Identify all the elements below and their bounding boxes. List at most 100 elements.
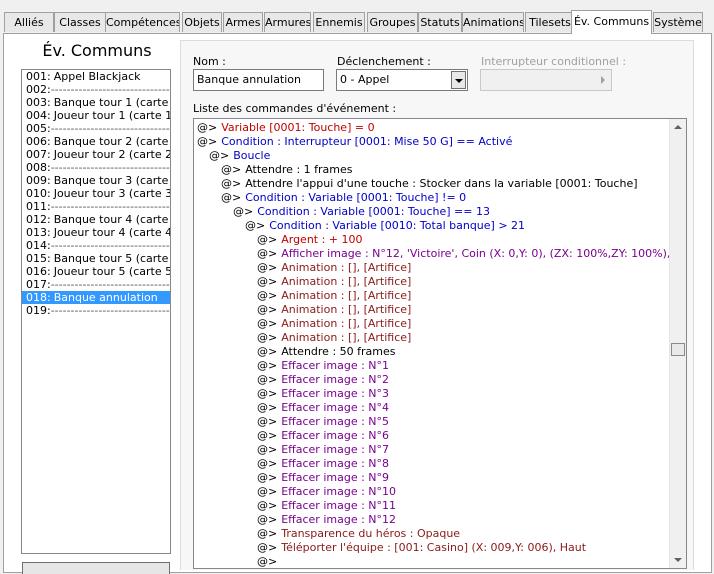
command-row[interactable]: @>: [257, 555, 669, 568]
event-name: Banque annulation: [53, 291, 158, 304]
command-row[interactable]: @> Condition : Variable [0010: Total banq…: [245, 219, 669, 233]
command-row[interactable]: @> Condition : Variable [0001: Touche] !=…: [221, 191, 669, 205]
tab-0[interactable]: Alliés: [4, 12, 54, 32]
list-item[interactable]: 019:------------------------------------…: [22, 304, 170, 317]
chevron-down-icon[interactable]: [451, 71, 466, 89]
list-item[interactable]: 012:Banque tour 4 (carte 5): [22, 213, 170, 226]
event-id: 015:: [26, 252, 51, 265]
tab-7[interactable]: Groupes: [367, 12, 418, 32]
list-item[interactable]: 008:------------------------------------…: [22, 161, 170, 174]
command-prefix: @>: [233, 205, 254, 218]
command-text: Attendre : 1 frames: [245, 163, 353, 176]
command-row[interactable]: @> Attendre l'appui d'une touche : Stocke…: [221, 177, 669, 191]
list-item[interactable]: 003:Banque tour 1 (carte 2): [22, 96, 170, 109]
command-text: Effacer image : N°9: [281, 471, 390, 484]
command-row[interactable]: @> Effacer image : N°3: [257, 387, 669, 401]
tab-bar: Alliés Classes Compétences Objets Armes Armur…: [0, 0, 714, 34]
command-row[interactable]: @> Effacer image : N°12: [257, 513, 669, 527]
list-item[interactable]: 001: Appel Blackjack: [22, 70, 170, 83]
event-id: 008:: [26, 161, 51, 174]
common-event-list[interactable]: 001: Appel Blackjack 002:-----------------…: [21, 69, 171, 554]
command-row[interactable]: @> Effacer image : N°6: [257, 429, 669, 443]
command-prefix: @>: [257, 541, 278, 554]
list-item[interactable]: 010: Joueur tour 3 (carte 3): [22, 187, 170, 200]
list-item[interactable]: 004: Joueur tour 1 (carte 1): [22, 109, 170, 122]
command-row[interactable]: @> Effacer image : N°9: [257, 471, 669, 485]
list-item[interactable]: 018: Banque annulation: [22, 291, 170, 304]
list-item[interactable]: 005:------------------------------------…: [22, 122, 170, 135]
command-row[interactable]: @> Afficher image : N°12, 'Victoire', Coi…: [257, 247, 669, 261]
command-row[interactable]: @> Condition : Variable [0001: Touche] ==…: [233, 205, 669, 219]
command-row[interactable]: @> Attendre : 50 frames: [257, 345, 669, 359]
tab-9[interactable]: Animations: [462, 12, 524, 32]
scroll-down-icon[interactable]: [670, 552, 686, 568]
tab-10[interactable]: Tilesets: [525, 12, 575, 32]
command-prefix: @>: [257, 471, 278, 484]
command-list[interactable]: @> @> Téléporter l'équipe : [001: Casino] …: [193, 118, 687, 569]
command-row[interactable]: @> Effacer image : N°7: [257, 443, 669, 457]
tab-12[interactable]: Système: [653, 12, 703, 32]
list-item[interactable]: 014:------------------------------------…: [22, 239, 170, 252]
command-text: Effacer image : N°2: [281, 373, 390, 386]
command-text: Effacer image : N°10: [281, 485, 397, 498]
command-row[interactable]: @> Animation : [], [Artifice]: [257, 317, 669, 331]
list-item[interactable]: 016: Joueur tour 5 (carte 5): [22, 265, 170, 278]
tab-5[interactable]: Armures: [264, 12, 311, 32]
command-row[interactable]: @> Condition : Interrupteur [0001: Mise 5…: [197, 135, 669, 149]
command-row[interactable]: @> Effacer image : N°10: [257, 485, 669, 499]
list-item[interactable]: 002:------------------------------------…: [22, 83, 170, 96]
command-prefix: @>: [257, 233, 278, 246]
list-item[interactable]: 007: Joueur tour 2 (carte 2): [22, 148, 170, 161]
command-prefix: @>: [197, 135, 218, 148]
command-row[interactable]: @> Argent : + 100: [257, 233, 669, 247]
command-row[interactable]: @> Effacer image : N°2: [257, 373, 669, 387]
tab-4[interactable]: Armes: [223, 12, 263, 32]
command-row[interactable]: @> Effacer image : N°11: [257, 499, 669, 513]
command-list-scrollbar[interactable]: [669, 119, 686, 568]
tab-8[interactable]: Statuts: [418, 12, 462, 32]
list-item[interactable]: 013: Joueur tour 4 (carte 4): [22, 226, 170, 239]
command-row[interactable]: @> Transparence du héros : Opaque: [257, 527, 669, 541]
command-row[interactable]: @> Animation : [], [Artifice]: [257, 303, 669, 317]
tab-1[interactable]: Classes: [54, 12, 106, 32]
list-item[interactable]: 011:------------------------------------…: [22, 200, 170, 213]
event-name: Banque tour 3 (carte 4): [53, 174, 170, 187]
event-name: Joueur tour 4 (carte 4): [53, 226, 170, 239]
command-row[interactable]: @> Effacer image : N°1: [257, 359, 669, 373]
command-row[interactable]: @> Téléporter l'équipe : [001: Casino] (X…: [257, 541, 669, 555]
switch-label: Interrupteur conditionnel :: [481, 55, 627, 68]
name-field[interactable]: Banque annulation: [193, 69, 324, 91]
change-max-button[interactable]: [22, 562, 170, 574]
empty-slot-divider: ----------------------------------------…: [50, 200, 170, 213]
scroll-thumb[interactable]: [671, 343, 685, 356]
trigger-select[interactable]: 0 - Appel: [336, 69, 468, 91]
command-row[interactable]: @> Effacer image : N°5: [257, 415, 669, 429]
tab-11[interactable]: Év. Communs: [571, 10, 652, 34]
command-row[interactable]: @> Animation : [], [Artifice]: [257, 289, 669, 303]
command-row[interactable]: @> Variable [0001: Touche] = 0: [197, 121, 669, 135]
list-item[interactable]: 015:Banque tour 5 (carte 1): [22, 252, 170, 265]
command-row[interactable]: @> Boucle: [209, 149, 669, 163]
tab-3[interactable]: Objets: [182, 12, 222, 32]
command-row[interactable]: @> Effacer image : N°8: [257, 457, 669, 471]
command-text: Effacer image : N°12: [281, 513, 397, 526]
command-text: Animation : [], [Artifice]: [281, 289, 412, 302]
scroll-up-icon[interactable]: [670, 119, 686, 135]
command-prefix: @>: [257, 303, 278, 316]
tab-2[interactable]: Compétences: [105, 12, 180, 32]
list-item[interactable]: 006:Banque tour 2 (carte 3): [22, 135, 170, 148]
command-row[interactable]: @> Animation : [], [Artifice]: [257, 331, 669, 345]
command-text: Effacer image : N°1: [281, 359, 390, 372]
switch-select[interactable]: [480, 69, 612, 91]
tab-6[interactable]: Ennemis: [313, 12, 365, 32]
list-item[interactable]: 017:------------------------------------…: [22, 278, 170, 291]
event-name: Joueur tour 2 (carte 2): [53, 148, 170, 161]
command-row[interactable]: @> Animation : [], [Artifice]: [257, 275, 669, 289]
command-prefix: @>: [257, 261, 278, 274]
list-item[interactable]: 009:Banque tour 3 (carte 4): [22, 174, 170, 187]
event-name: Appel Blackjack: [53, 70, 141, 83]
command-row[interactable]: @> Animation : [], [Artifice]: [257, 261, 669, 275]
command-row[interactable]: @> Attendre : 1 frames: [221, 163, 669, 177]
event-name: Banque tour 2 (carte 3): [53, 135, 170, 148]
command-row[interactable]: @> Effacer image : N°4: [257, 401, 669, 415]
